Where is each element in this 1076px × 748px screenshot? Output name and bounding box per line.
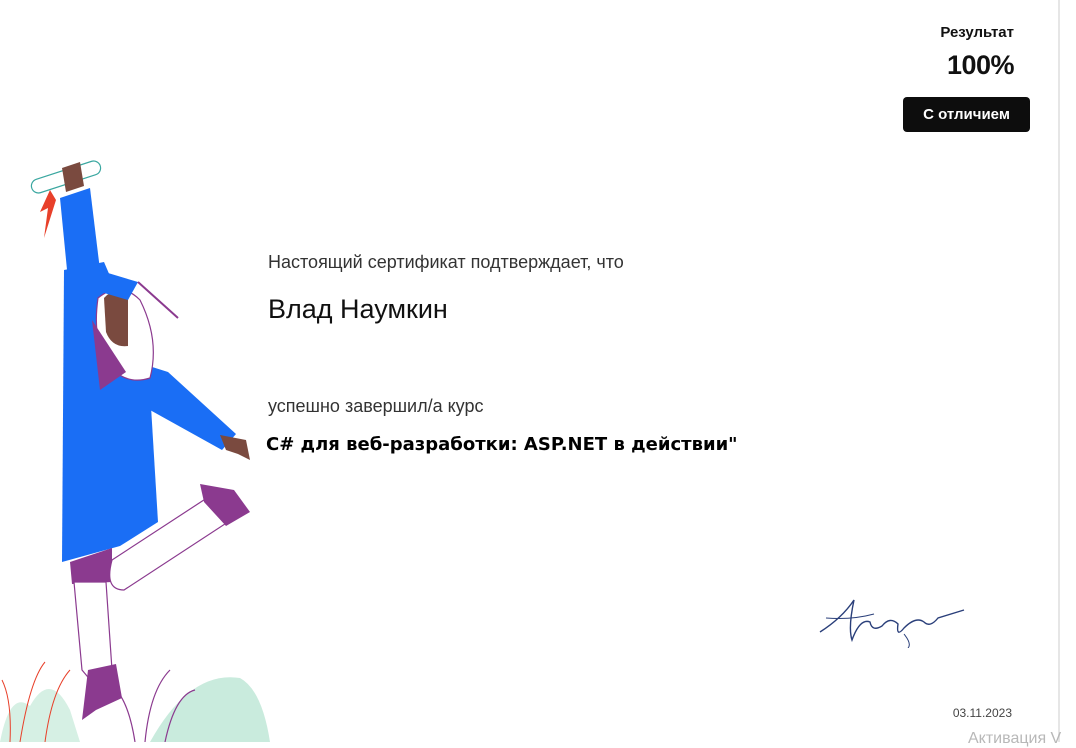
completed-statement: успешно завершил/а курс	[268, 396, 484, 416]
result-value: 100%	[946, 50, 1015, 80]
graduate-illustration	[0, 160, 270, 742]
certificate-intro: Настоящий сертификат подтверждает, что	[268, 252, 624, 272]
recipient-name: Влад Наумкин	[268, 294, 448, 324]
result-label: Результат	[940, 24, 1014, 41]
activation-watermark: Активация V	[968, 730, 1062, 747]
page-edge	[1058, 0, 1060, 742]
course-title: C# для веб-разработки: ASP.NET в действи…	[266, 434, 738, 455]
honors-badge: С отличием	[903, 97, 1030, 132]
certificate: Результат 100% С отличием Настоящий серт…	[0, 0, 1060, 742]
signature	[819, 599, 965, 648]
issue-date: 03.11.2023	[952, 706, 1012, 720]
